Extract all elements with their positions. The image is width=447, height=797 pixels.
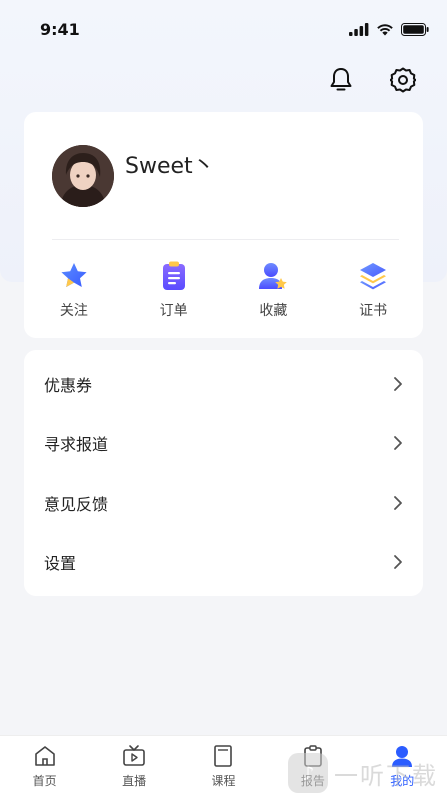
quick-favorites-label: 收藏 (259, 303, 288, 319)
star-icon (58, 260, 90, 292)
chevron-right-icon (394, 436, 402, 451)
quick-certificates-label: 证书 (359, 303, 388, 319)
wifi-icon (377, 23, 393, 35)
tab-label: 我的 (390, 774, 415, 788)
status-bar: 9:41 (0, 0, 447, 58)
settings-button[interactable] (389, 66, 417, 94)
quick-follow[interactable]: 关注 (29, 260, 119, 320)
menu-item-coupons[interactable]: 优惠券 (24, 354, 423, 414)
clipboard-icon (158, 260, 190, 292)
bell-icon (330, 68, 352, 91)
chevron-right-icon (394, 555, 402, 570)
signal-icon (349, 22, 369, 36)
profile-icon (392, 746, 413, 767)
tab-mine[interactable]: 我的 (362, 744, 442, 789)
tab-bar: 首页 直播 课程 报告 我的 (0, 735, 447, 797)
layers-icon (357, 260, 389, 292)
notification-button[interactable] (327, 66, 355, 94)
tab-label: 首页 (32, 774, 57, 788)
tab-courses[interactable]: 课程 (183, 744, 263, 789)
status-time: 9:41 (40, 19, 80, 39)
avatar-image (52, 145, 114, 207)
user-star-icon (257, 260, 289, 292)
tv-icon (123, 745, 145, 766)
profile-card: Sweet丶 关注 订单 收藏 证书 (24, 112, 423, 338)
quick-certificates[interactable]: 证书 (328, 260, 418, 320)
quick-orders[interactable]: 订单 (129, 260, 219, 320)
header-actions (327, 66, 417, 94)
battery-icon (401, 22, 429, 36)
home-icon (34, 746, 55, 766)
gear-icon (390, 67, 416, 93)
menu-card: 优惠券 寻求报道 意见反馈 设置 (24, 350, 423, 596)
menu-item-label: 意见反馈 (44, 494, 109, 514)
quick-follow-label: 关注 (59, 303, 88, 319)
menu-item-label: 设置 (44, 554, 77, 574)
username[interactable]: Sweet丶 (125, 148, 215, 180)
quick-actions: 关注 订单 收藏 证书 (24, 260, 423, 320)
book-icon (214, 745, 233, 767)
menu-item-label: 寻求报道 (44, 435, 109, 455)
menu-item-feedback[interactable]: 意见反馈 (24, 473, 423, 533)
chevron-right-icon (394, 376, 402, 391)
tab-reports[interactable]: 报告 (273, 744, 353, 789)
menu-item-report-request[interactable]: 寻求报道 (24, 414, 423, 474)
divider (52, 239, 399, 240)
chevron-right-icon (394, 495, 402, 510)
quick-orders-label: 订单 (159, 303, 188, 319)
report-icon (304, 745, 322, 767)
tab-live[interactable]: 直播 (94, 744, 174, 789)
status-icons (349, 22, 429, 36)
menu-item-label: 优惠券 (44, 375, 93, 395)
tab-home[interactable]: 首页 (5, 744, 85, 789)
avatar[interactable] (52, 145, 114, 207)
tab-label: 直播 (122, 774, 147, 788)
quick-favorites[interactable]: 收藏 (228, 260, 318, 320)
tab-label: 课程 (211, 774, 236, 788)
menu-item-settings[interactable]: 设置 (24, 533, 423, 593)
tab-label: 报告 (300, 774, 325, 788)
